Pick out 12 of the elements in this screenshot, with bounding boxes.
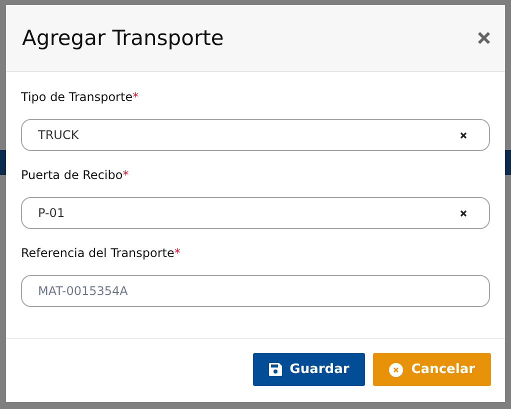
- select-field[interactable]: TRUCK: [21, 119, 490, 151]
- save-button[interactable]: Guardar: [252, 353, 366, 386]
- dialog-title: Agregar Transporte: [22, 26, 224, 50]
- field-label: Puerta de Recibo*: [21, 168, 130, 184]
- input-field[interactable]: MAT-0015354A: [21, 275, 490, 307]
- clear-icon[interactable]: [460, 210, 467, 216]
- field-label: Referencia del Transporte*: [21, 246, 182, 262]
- close-button[interactable]: [477, 31, 491, 45]
- field-label: Tipo de Transporte*: [21, 90, 140, 106]
- clear-icon[interactable]: [460, 132, 467, 138]
- close-circle-icon: [389, 362, 404, 376]
- select-field[interactable]: P-01: [21, 197, 490, 229]
